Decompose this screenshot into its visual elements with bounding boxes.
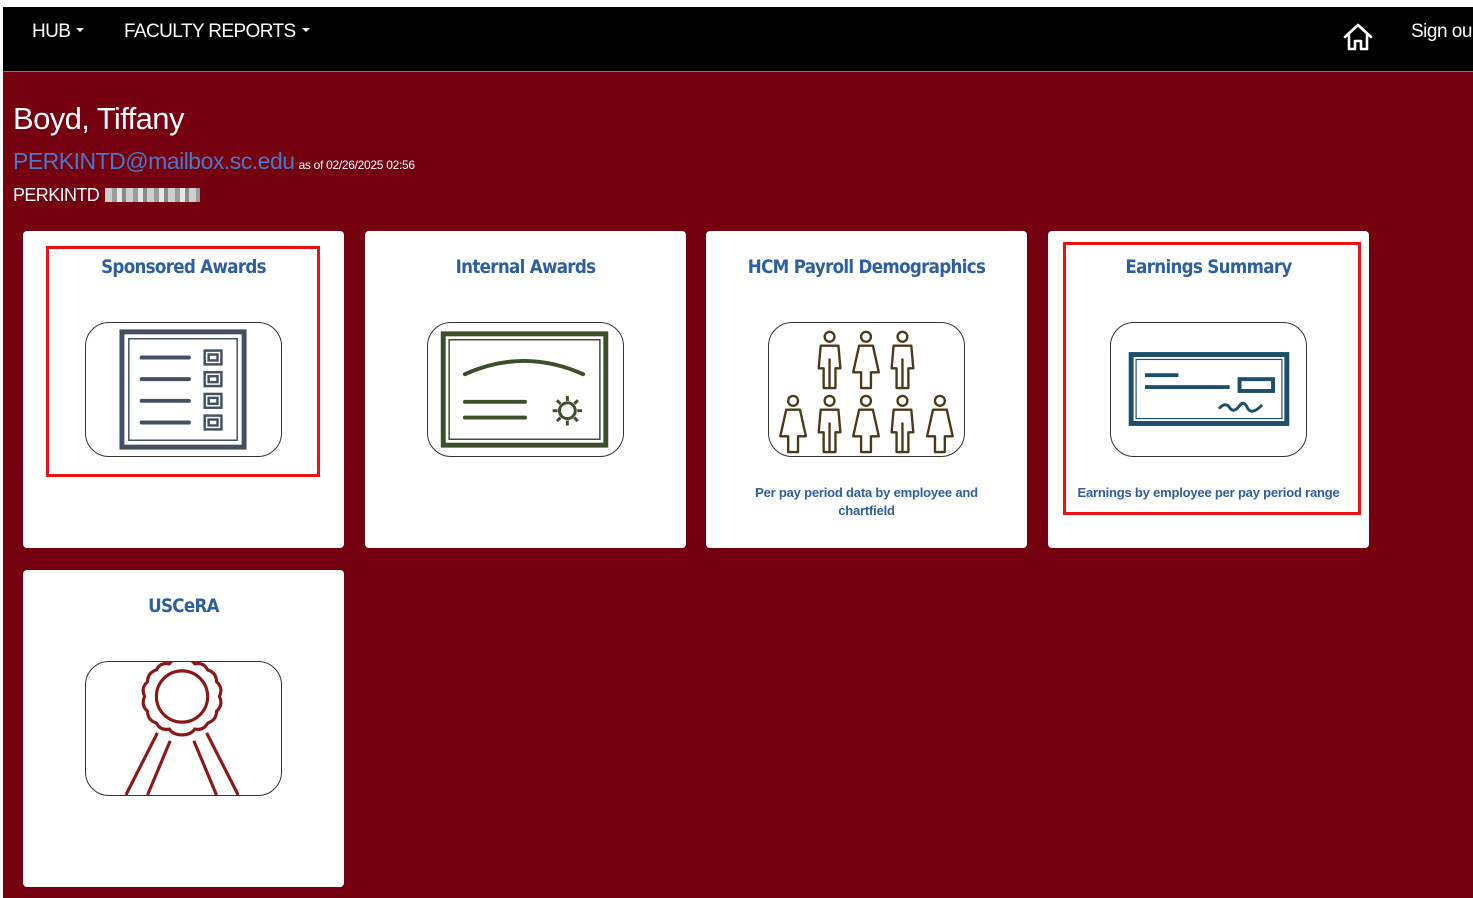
tile-title: Internal Awards	[455, 256, 596, 278]
tile-title: Earnings Summary	[1125, 256, 1292, 278]
user-id: PERKINTD	[13, 185, 100, 205]
ribbon-award-icon	[85, 661, 282, 796]
user-id-line: PERKINTD	[13, 185, 201, 206]
home-icon[interactable]	[1341, 21, 1375, 53]
tile-uscera[interactable]: USCeRA	[23, 570, 344, 887]
tile-title: Sponsored Awards	[101, 256, 266, 278]
top-navbar: HUB FACULTY REPORTS Sign ou	[3, 7, 1473, 72]
people-group-icon	[768, 322, 965, 457]
tile-earnings-summary[interactable]: Earnings Summary Earnings by employee pe…	[1048, 231, 1369, 548]
tile-description: Per pay period data by employee and char…	[755, 485, 978, 518]
caret-down-icon	[76, 27, 85, 32]
certificate-icon	[427, 322, 624, 457]
page-frame: HUB FACULTY REPORTS Sign ou Boyd, Tiffan…	[3, 7, 1473, 898]
tile-internal-awards[interactable]: Internal Awards	[365, 231, 686, 548]
user-name: Boyd, Tiffany	[13, 101, 184, 136]
checklist-icon	[85, 322, 282, 457]
sign-out-link[interactable]: Sign ou	[1411, 21, 1472, 43]
user-email-line: PERKINTD@mailbox.sc.edu as of 02/26/2025 …	[13, 148, 415, 175]
redacted-id	[105, 188, 201, 202]
tile-hcm-payroll-demographics[interactable]: HCM Payroll Demographics Per pay period …	[706, 231, 1027, 548]
as-of-timestamp: as of 02/26/2025 02:56	[298, 158, 415, 172]
paycheck-icon	[1110, 322, 1307, 457]
hub-menu-label: HUB	[32, 21, 71, 42]
caret-down-icon	[301, 27, 310, 32]
faculty-reports-menu[interactable]: FACULTY REPORTS	[124, 21, 310, 43]
tile-title: USCeRA	[148, 595, 220, 617]
tile-title: HCM Payroll Demographics	[747, 256, 986, 278]
tile-sponsored-awards[interactable]: Sponsored Awards	[23, 231, 344, 548]
tile-description: Earnings by employee per pay period rang…	[1077, 485, 1340, 500]
faculty-reports-menu-label: FACULTY REPORTS	[124, 21, 296, 42]
hub-menu[interactable]: HUB	[32, 21, 85, 43]
user-email: PERKINTD@mailbox.sc.edu	[13, 148, 295, 174]
